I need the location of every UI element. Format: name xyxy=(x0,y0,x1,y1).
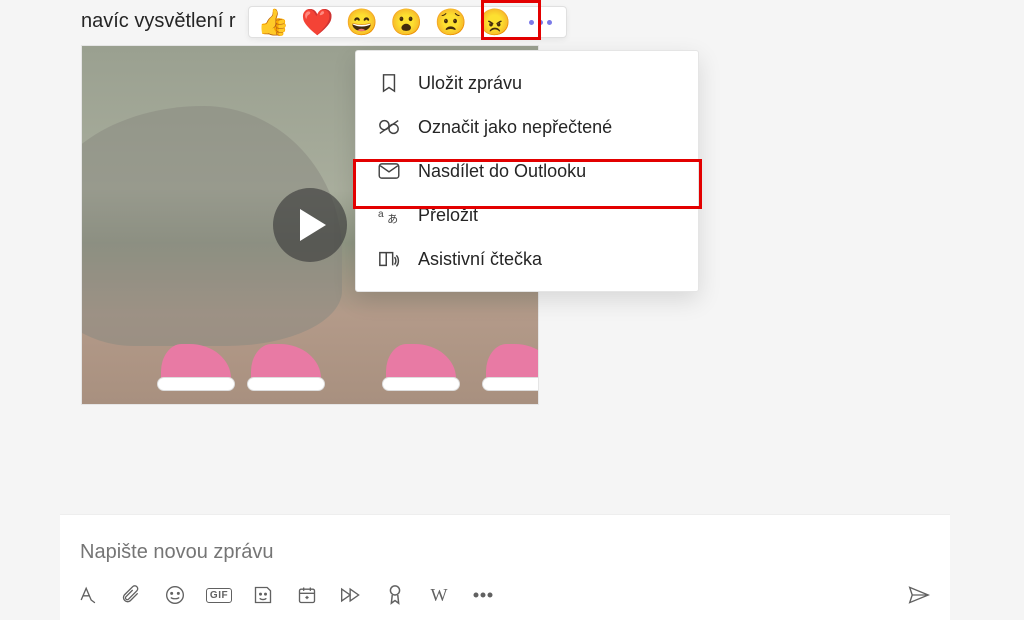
emoji-icon[interactable] xyxy=(164,584,186,606)
gif-icon[interactable]: GIF xyxy=(208,584,230,606)
menu-item-share-outlook[interactable]: Nasdílet do Outlooku xyxy=(356,149,698,193)
menu-item-mark-unread[interactable]: Označit jako nepřečtené xyxy=(356,105,698,149)
wiki-label: W xyxy=(431,585,448,606)
reaction-sad[interactable]: 😟 xyxy=(435,9,467,35)
menu-item-label: Asistivní čtečka xyxy=(418,249,542,270)
more-actions-button[interactable] xyxy=(523,16,558,29)
menu-item-label: Označit jako nepřečtené xyxy=(418,117,612,138)
reaction-surprised[interactable]: 😮 xyxy=(390,9,422,35)
wiki-icon[interactable]: W xyxy=(428,584,450,606)
reaction-heart[interactable]: ❤️ xyxy=(301,9,333,35)
message-context-menu: Uložit zprávu Označit jako nepřečtené Na… xyxy=(355,50,699,292)
reaction-thumbs-up[interactable]: 👍 xyxy=(257,9,289,35)
menu-item-label: Nasdílet do Outlooku xyxy=(418,161,586,182)
praise-icon[interactable] xyxy=(384,584,406,606)
gif-badge-label: GIF xyxy=(206,588,232,603)
compose-area: GIF W xyxy=(60,514,950,620)
ellipsis-dot-icon xyxy=(547,20,552,25)
send-button[interactable] xyxy=(908,584,930,606)
menu-item-label: Přeložit xyxy=(418,205,478,226)
translate-icon: aあ xyxy=(378,204,400,226)
svg-text:あ: あ xyxy=(387,212,398,225)
format-icon[interactable] xyxy=(76,584,98,606)
play-button[interactable] xyxy=(273,188,347,262)
attach-icon[interactable] xyxy=(120,584,142,606)
svg-text:a: a xyxy=(378,209,384,220)
compose-input[interactable] xyxy=(60,533,950,574)
ellipsis-dot-icon xyxy=(529,20,534,25)
immersive-reader-icon xyxy=(378,248,400,270)
menu-item-label: Uložit zprávu xyxy=(418,73,522,94)
gif-content-illustration xyxy=(382,330,464,394)
reaction-laugh[interactable]: 😄 xyxy=(346,9,378,35)
unread-icon xyxy=(378,116,400,138)
gif-content-illustration xyxy=(482,330,539,394)
schedule-meeting-icon[interactable] xyxy=(296,584,318,606)
compose-toolbar: GIF W xyxy=(60,574,950,620)
reaction-bar: 👍 ❤️ 😄 😮 😟 😠 xyxy=(248,6,567,38)
gif-content-illustration xyxy=(247,330,329,394)
sticker-icon[interactable] xyxy=(252,584,274,606)
ellipsis-dot-icon xyxy=(538,20,543,25)
compose-more-icon[interactable] xyxy=(472,584,494,606)
bookmark-icon xyxy=(378,72,400,94)
gif-content-illustration xyxy=(157,330,239,394)
envelope-icon xyxy=(378,160,400,182)
stream-icon[interactable] xyxy=(340,584,362,606)
menu-item-translate[interactable]: aあ Přeložit xyxy=(356,193,698,237)
menu-item-immersive-reader[interactable]: Asistivní čtečka xyxy=(356,237,698,281)
menu-item-save-message[interactable]: Uložit zprávu xyxy=(356,61,698,105)
play-icon xyxy=(300,209,326,241)
reaction-angry[interactable]: 😠 xyxy=(479,9,511,35)
